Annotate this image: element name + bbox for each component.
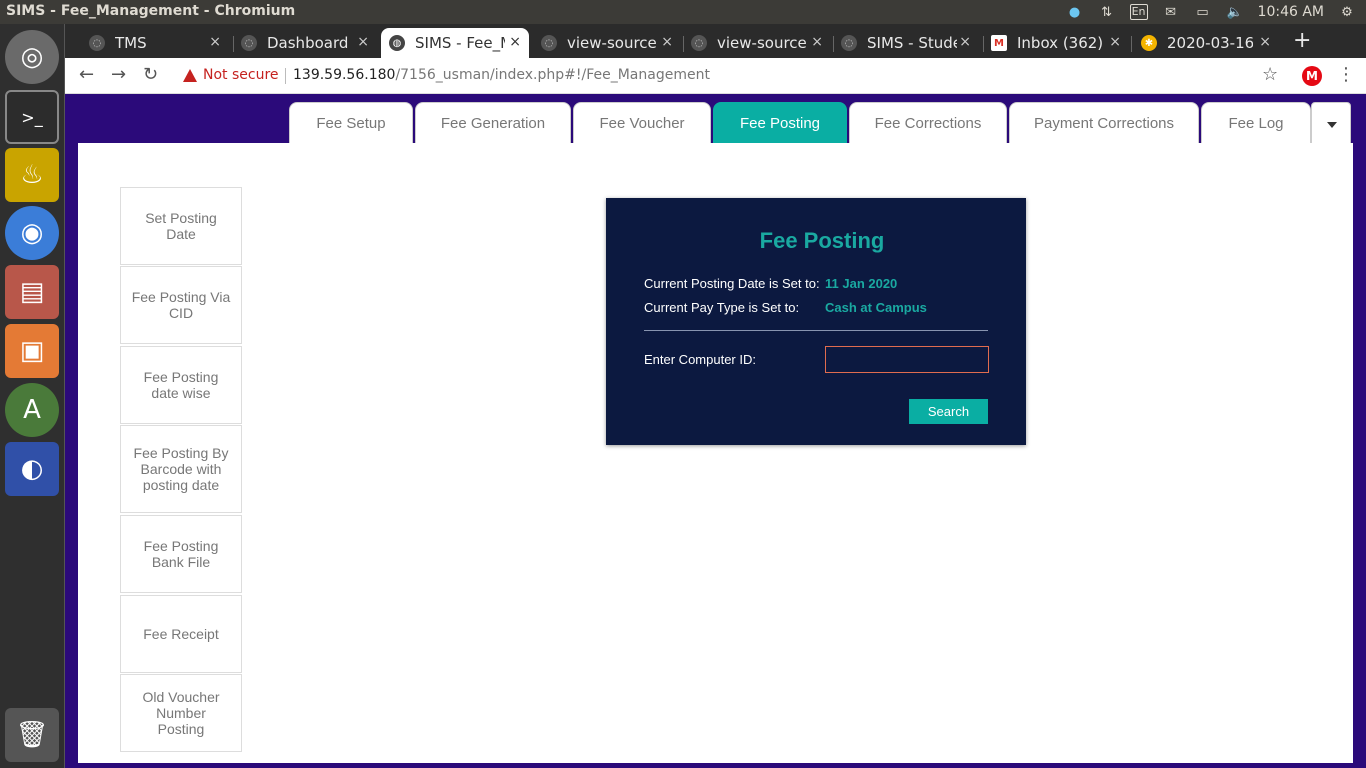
fee-posting-card: Fee Posting Current Posting Date is Set … [606, 198, 1026, 445]
close-icon[interactable]: × [661, 34, 673, 50]
sidebar-item-fee-posting-barcode[interactable]: Fee Posting By Barcode with posting date [120, 425, 242, 513]
volume-icon[interactable]: 🔈 [1226, 4, 1244, 20]
photos-icon: ✱ [1141, 35, 1157, 51]
security-indicator[interactable]: Not secure [183, 67, 279, 83]
clock[interactable]: 10:46 AM [1258, 4, 1324, 20]
skype-icon[interactable]: ● [1066, 4, 1084, 20]
mail-icon[interactable]: ✉ [1162, 4, 1180, 20]
browser-tab-strip: ◌ TMS × ◌ Dashboard × ◍ SIMS - Fee_M × ◌… [65, 24, 1366, 58]
divider [644, 330, 988, 331]
tab-fee-log[interactable]: Fee Log [1201, 102, 1311, 144]
browser-menu-icon[interactable]: ⋮ [1337, 64, 1355, 85]
mysql-workbench-icon[interactable]: ◐ [5, 442, 59, 496]
battery-icon[interactable]: ▭ [1194, 4, 1212, 20]
close-icon[interactable]: × [1259, 34, 1271, 50]
content-panel: Set Posting Date Fee Posting Via CID Fee… [78, 143, 1353, 763]
close-icon[interactable]: × [811, 34, 823, 50]
url-field[interactable]: 139.59.56.180/7156_usman/index.php#!/Fee… [293, 67, 710, 83]
window-title: SIMS - Fee_Management - Chromium [6, 3, 296, 19]
tab-fee-generation[interactable]: Fee Generation [415, 102, 571, 144]
browser-tab-sims-student[interactable]: ◌ SIMS - Stude × [833, 28, 979, 58]
posting-date-value: 11 Jan 2020 [825, 276, 898, 291]
ubuntu-home-icon[interactable]: ◎ [5, 30, 59, 84]
pay-type-value: Cash at Campus [825, 300, 927, 315]
browser-tab-view-source-2[interactable]: ◌ view-source: × [683, 28, 831, 58]
tab-fee-posting[interactable]: Fee Posting [713, 102, 847, 144]
tab-fee-corrections[interactable]: Fee Corrections [849, 102, 1007, 144]
page: Fee Setup Fee Generation Fee Voucher Fee… [65, 95, 1366, 768]
browser-tab-view-source-1[interactable]: ◌ view-source: × [533, 28, 681, 58]
power-icon[interactable]: ⚙ [1338, 4, 1356, 20]
sidebar-item-set-posting-date[interactable]: Set Posting Date [120, 187, 242, 265]
new-tab-button[interactable]: + [1293, 28, 1311, 53]
sidebar-item-fee-posting-bank-file[interactable]: Fee Posting Bank File [120, 515, 242, 593]
browser-tab-tms[interactable]: ◌ TMS × [81, 28, 229, 58]
close-icon[interactable]: × [509, 34, 521, 50]
bookmark-star-icon[interactable]: ☆ [1262, 64, 1278, 85]
globe-icon: ◌ [691, 35, 707, 51]
close-icon[interactable]: × [1109, 34, 1121, 50]
launcher: ◎ >_ ♨ ◉ ▤ ▣ A ◐ 🗑 [0, 24, 65, 768]
pay-type-label: Current Pay Type is Set to: [644, 300, 800, 315]
profile-avatar[interactable]: M [1302, 66, 1322, 86]
close-icon[interactable]: × [357, 34, 369, 50]
sidebar-item-fee-posting-via-cid[interactable]: Fee Posting Via CID [120, 266, 242, 344]
close-icon[interactable]: × [209, 34, 221, 50]
sidebar-item-fee-receipt[interactable]: Fee Receipt [120, 595, 242, 673]
sidebar-item-fee-posting-date-wise[interactable]: Fee Posting date wise [120, 346, 242, 424]
close-icon[interactable]: × [959, 34, 971, 50]
search-button[interactable]: Search [909, 399, 988, 424]
tab-payment-corrections[interactable]: Payment Corrections [1009, 102, 1199, 144]
globe-icon: ◍ [389, 35, 405, 51]
system-tray: ● ⇅ En ✉ ▭ 🔈 10:46 AM ⚙ [1066, 0, 1366, 24]
tab-fee-voucher[interactable]: Fee Voucher [573, 102, 711, 144]
archive-icon[interactable]: ▣ [5, 324, 59, 378]
chromium-icon[interactable]: ◉ [5, 206, 59, 260]
address-bar-row: ← → ↻ Not secure 139.59.56.180/7156_usma… [65, 58, 1366, 94]
globe-icon: ◌ [89, 35, 105, 51]
software-updater-icon[interactable]: A [5, 383, 59, 437]
card-title: Fee Posting [759, 228, 885, 253]
teapot-app-icon[interactable]: ♨ [5, 148, 59, 202]
more-tabs-dropdown[interactable] [1311, 102, 1351, 144]
language-indicator[interactable]: En [1129, 4, 1148, 20]
posting-date-label: Current Posting Date is Set to: [644, 276, 820, 291]
globe-icon: ◌ [841, 35, 857, 51]
forward-button[interactable]: → [111, 64, 126, 85]
files-icon[interactable]: ▤ [5, 265, 59, 319]
trash-icon[interactable]: 🗑 [5, 708, 59, 762]
browser-tab-dashboard[interactable]: ◌ Dashboard × [233, 28, 377, 58]
tab-fee-setup[interactable]: Fee Setup [289, 102, 413, 144]
os-top-bar: SIMS - Fee_Management - Chromium ● ⇅ En … [0, 0, 1366, 24]
network-icon[interactable]: ⇅ [1098, 4, 1116, 20]
sidebar-item-old-voucher-posting[interactable]: Old Voucher Number Posting [120, 674, 242, 752]
browser-tab-inbox[interactable]: M Inbox (362) - × [983, 28, 1129, 58]
computer-id-label: Enter Computer ID: [644, 352, 756, 367]
browser-tab-sims-fee[interactable]: ◍ SIMS - Fee_M × [381, 28, 529, 58]
terminal-icon[interactable]: >_ [5, 90, 59, 144]
warning-icon [183, 68, 197, 82]
back-button[interactable]: ← [79, 64, 94, 85]
globe-icon: ◌ [241, 35, 257, 51]
browser-tab-image[interactable]: ✱ 2020-03-16.jp × [1133, 28, 1279, 58]
globe-icon: ◌ [541, 35, 557, 51]
reload-button[interactable]: ↻ [143, 64, 158, 85]
gmail-icon: M [991, 35, 1007, 51]
computer-id-input[interactable] [825, 346, 989, 373]
